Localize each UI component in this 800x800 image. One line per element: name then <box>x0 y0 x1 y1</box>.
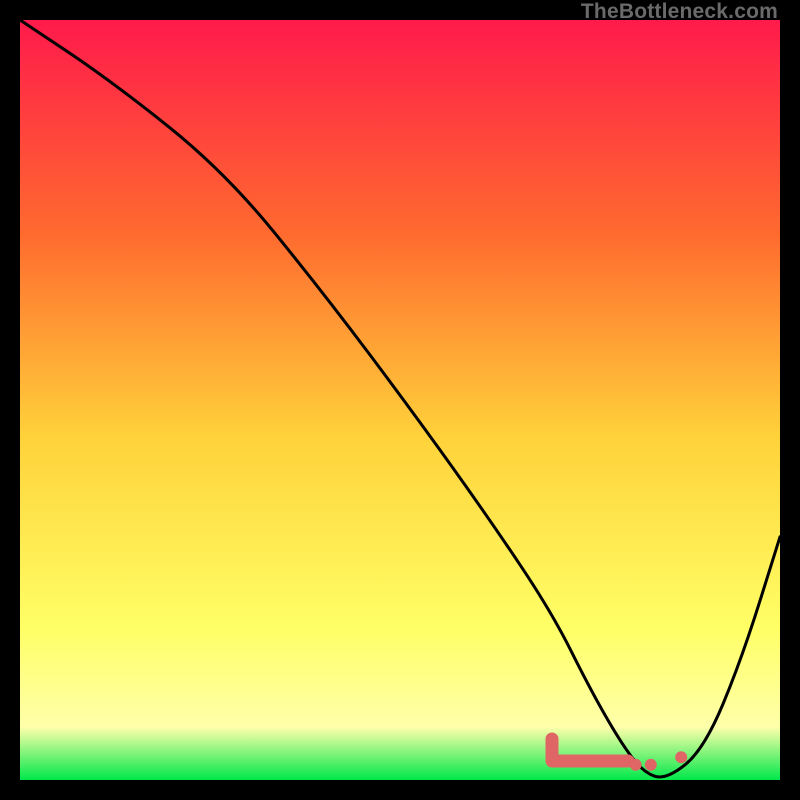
chart-svg <box>20 20 780 780</box>
marker-dot-3 <box>675 751 687 763</box>
chart-frame <box>20 20 780 780</box>
marker-dot-2 <box>645 759 657 771</box>
attribution-watermark: TheBottleneck.com <box>581 0 778 24</box>
plot-background <box>20 20 780 780</box>
marker-dot-1 <box>630 759 642 771</box>
